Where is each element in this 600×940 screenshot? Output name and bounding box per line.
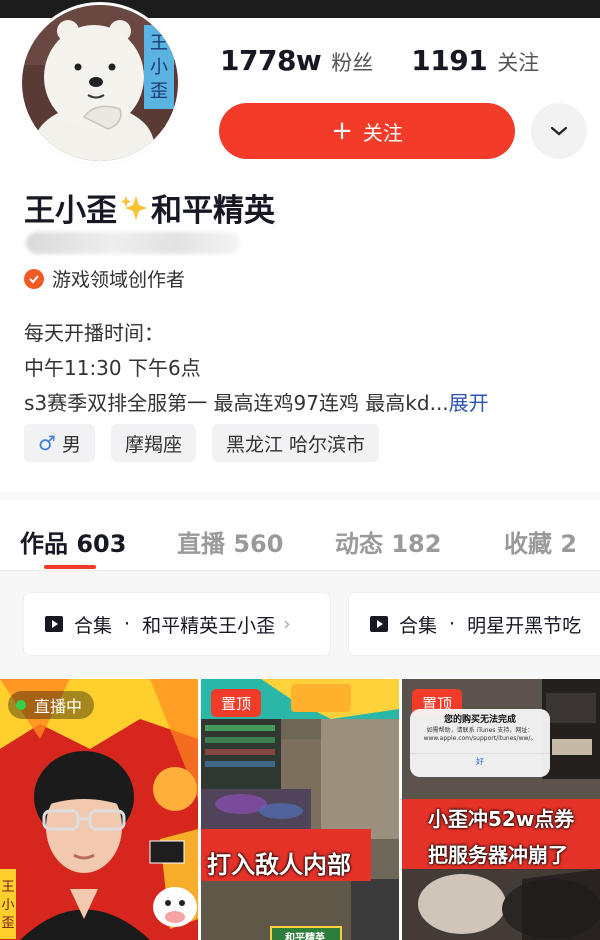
profile-name: 王小歪 和平精英 — [24, 185, 275, 230]
fans-count: 1778w — [220, 44, 322, 77]
collection-title: 和平精英王小歪 — [142, 614, 276, 637]
name-part-2: 和平精英 — [151, 193, 275, 229]
collection-title: 明星开黑节吃 — [467, 614, 582, 637]
follow-button-label: 关注 — [362, 120, 403, 145]
tab-works-label: 作品 — [20, 530, 68, 558]
purchase-error-dialog: 您的购买无法完成 如需帮助，请联系 iTunes 支持，网址： www.appl… — [410, 709, 550, 777]
tab-favorites[interactable]: 收藏 2 — [504, 524, 577, 559]
tab-live-label: 直播 — [177, 530, 225, 558]
collection-prefix: 合集 — [399, 614, 438, 637]
chevron-right-icon: › — [283, 613, 291, 635]
profile-bio: 每天开播时间： 中午11:30 下午6点 s3赛季双排全服第一 最高连鸡97连鸡… — [24, 316, 489, 421]
following-label: 关注 — [497, 51, 540, 75]
pinned-badge-label: 置顶 — [221, 694, 252, 713]
gameplay-cover-image — [201, 679, 399, 940]
tab-works-count: 603 — [76, 530, 127, 558]
live-badge-label: 直播中 — [34, 697, 83, 716]
video-caption-line-1: 小歪冲52w点券 — [428, 807, 575, 831]
svg-text:歪: 歪 — [150, 81, 168, 102]
bio-line-2: 中午11:30 下午6点 — [24, 356, 201, 380]
collection-card[interactable]: 合集 · 明星开黑节吃 — [349, 593, 600, 655]
creator-badge[interactable]: 游戏领域创作者 — [24, 265, 185, 292]
live-indicator-dot — [16, 700, 26, 710]
video-thumbnail-pinned[interactable]: 置顶 您的购买无法完成 如需帮助，请联系 iTunes 支持，网址： www.a… — [402, 679, 600, 940]
dialog-ok-button[interactable]: 好 — [410, 753, 550, 767]
playlist-icon — [45, 616, 63, 632]
avatar[interactable]: 王 小 歪 — [22, 5, 178, 161]
tab-dynamics-label: 动态 — [335, 530, 383, 558]
tab-favorites-label: 收藏 — [504, 530, 552, 558]
active-tab-indicator — [44, 565, 96, 569]
tab-live[interactable]: 直播 560 — [177, 524, 283, 559]
gender-label: 男 — [61, 433, 81, 456]
live-badge: 直播中 — [8, 691, 95, 719]
more-options-button[interactable] — [531, 103, 587, 159]
male-icon: ♂ — [38, 431, 56, 455]
gender-tag: ♂ 男 — [24, 424, 95, 462]
video-thumbnail-pinned[interactable]: 置顶 打入敌人内部 和平精英 — [201, 679, 399, 940]
collection-card[interactable]: 合集 · 和平精英王小歪 › — [24, 593, 330, 655]
tab-dynamics[interactable]: 动态 182 — [335, 524, 441, 559]
svg-text:王: 王 — [1, 880, 14, 895]
zodiac-label: 摩羯座 — [124, 433, 182, 456]
profile-tabs: 作品 603 直播 560 动态 182 收藏 2 — [0, 500, 600, 571]
dialog-title: 您的购买无法完成 — [443, 715, 516, 725]
profile-stats: 1778w 粉丝 1191 关注 — [220, 44, 539, 84]
tab-works[interactable]: 作品 603 — [20, 524, 126, 559]
verified-check-icon — [24, 268, 44, 289]
playlist-icon — [370, 616, 388, 632]
dialog-body-line-2: www.apple.com/support/itunes/ww/。 — [423, 735, 537, 742]
svg-text:小: 小 — [150, 57, 168, 78]
tab-live-count: 560 — [233, 530, 284, 558]
video-thumbnail-live[interactable]: 王 小 歪 直播中 — [0, 679, 198, 940]
location-label: 黑龙江 哈尔滨市 — [225, 433, 366, 456]
video-caption: 打入敌人内部 — [207, 851, 351, 879]
following-count: 1191 — [411, 44, 488, 77]
game-title-banner: 和平精英 — [285, 933, 325, 940]
blurred-user-id — [26, 232, 240, 254]
fans-label: 粉丝 — [331, 51, 374, 75]
bio-line-3: s3赛季双排全服第一 最高连鸡97连鸡 最高kd... — [24, 391, 449, 415]
creator-label: 游戏领域创作者 — [52, 269, 186, 291]
svg-text:歪: 歪 — [1, 916, 14, 931]
video-grid: 王 小 歪 直播中 置顶 打入敌人内部 和平精英 置顶 您的购买无法完成 如需帮… — [0, 679, 600, 940]
collection-prefix: 合集 — [74, 614, 113, 637]
collection-separator: · — [449, 613, 456, 635]
following-stat[interactable]: 1191 关注 — [411, 44, 539, 77]
tab-dynamics-count: 182 — [391, 530, 442, 558]
zodiac-tag: 摩羯座 — [110, 424, 196, 462]
bio-line-1: 每天开播时间： — [24, 321, 164, 345]
polar-bear-avatar-image: 王 小 歪 — [22, 5, 178, 161]
plus-icon: + — [331, 116, 353, 146]
sparkles-icon — [121, 195, 147, 220]
location-tag: 黑龙江 哈尔滨市 — [211, 424, 380, 462]
follow-button[interactable]: + 关注 — [219, 103, 515, 159]
pinned-badge: 置顶 — [211, 689, 262, 717]
collection-separator: · — [124, 613, 131, 635]
name-part-1: 王小歪 — [24, 193, 117, 229]
video-caption-line-2: 把服务器冲崩了 — [428, 843, 568, 867]
profile-tags: ♂ 男 摩羯座 黑龙江 哈尔滨市 — [24, 424, 395, 462]
bio-expand-link[interactable]: 展开 — [449, 391, 489, 415]
fans-stat[interactable]: 1778w 粉丝 — [220, 44, 373, 77]
svg-text:小: 小 — [1, 898, 14, 913]
section-divider — [0, 492, 600, 500]
tab-favorites-count: 2 — [560, 530, 578, 558]
chevron-down-icon — [550, 126, 568, 136]
svg-text:王: 王 — [150, 33, 168, 54]
dialog-body-line-1: 如需帮助，请联系 iTunes 支持，网址： — [426, 727, 534, 734]
